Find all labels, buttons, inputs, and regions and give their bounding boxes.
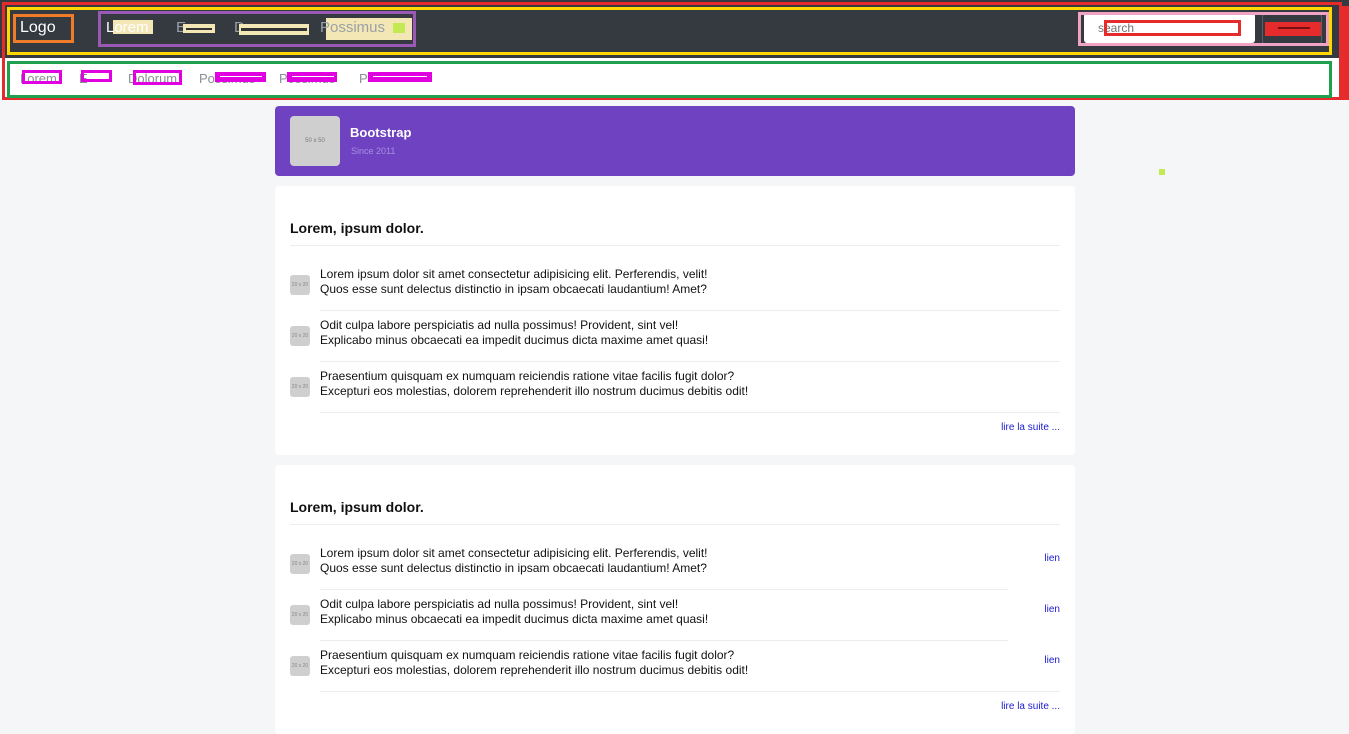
subnav-link-possimus-2[interactable]: Possimus <box>279 71 335 86</box>
secondary-navbar: Lorem E Dolorum Possimus Possimus P <box>0 58 1349 100</box>
read-more-link[interactable]: lire la suite ... <box>1001 422 1060 433</box>
item-line: Lorem ipsum dolor sit amet consectetur a… <box>320 546 708 560</box>
avatar: 20 x 20 <box>290 605 310 625</box>
item-line: Odit culpa labore perspiciatis ad nulla … <box>320 318 679 332</box>
dropdown-caret-icon[interactable] <box>393 23 405 33</box>
avatar: 20 x 20 <box>290 377 310 397</box>
search-button[interactable] <box>1262 14 1322 44</box>
item-line: Excepturi eos molestias, dolorem reprehe… <box>320 384 749 398</box>
brand-thumbnail: 50 x 50 <box>290 116 340 166</box>
article-card: Lorem, ipsum dolor. 20 x 20 Lorem ipsum … <box>275 465 1075 734</box>
list-item: 20 x 20 Lorem ipsum dolor sit amet conse… <box>290 260 1060 311</box>
item-text: Odit culpa labore perspiciatis ad nulla … <box>320 318 708 348</box>
item-text: Praesentium quisquam ex numquam reiciend… <box>320 369 748 399</box>
brand-title: Bootstrap <box>350 125 412 140</box>
subnav-link-e[interactable]: E <box>79 71 88 86</box>
card-title: Lorem, ipsum dolor. <box>290 499 424 515</box>
article-card: Lorem, ipsum dolor. 20 x 20 Lorem ipsum … <box>275 186 1075 455</box>
item-line: Lorem ipsum dolor sit amet consectetur a… <box>320 267 708 281</box>
item-line: Quos esse sunt delectus distinctio in ip… <box>320 282 707 296</box>
list-item: 20 x 20 Lorem ipsum dolor sit amet conse… <box>290 539 1060 590</box>
item-line: Explicabo minus obcaecati ea impedit duc… <box>320 612 709 626</box>
search-input[interactable] <box>1084 13 1255 43</box>
divider <box>290 524 1060 525</box>
brand-header: 50 x 50 Bootstrap Since 2011 <box>275 106 1075 176</box>
divider <box>290 245 1060 246</box>
item-link[interactable]: lien <box>1044 655 1060 666</box>
brand-subtitle: Since 2011 <box>351 146 396 156</box>
item-text: Praesentium quisquam ex numquam reiciend… <box>320 648 748 678</box>
item-link[interactable]: lien <box>1044 604 1060 615</box>
subnav-link-lorem[interactable]: Lorem <box>20 71 57 86</box>
redaction-line <box>186 28 212 30</box>
search-box[interactable] <box>1084 13 1255 43</box>
nav-link-possimus[interactable]: Possimus <box>320 19 385 36</box>
subnav-link-p[interactable]: P <box>359 71 368 86</box>
item-line: Explicabo minus obcaecati ea impedit duc… <box>320 333 709 347</box>
list-item: 20 x 20 Praesentium quisquam ex numquam … <box>290 641 1060 692</box>
item-line: Praesentium quisquam ex numquam reiciend… <box>320 648 735 662</box>
nav-link-lorem[interactable]: Lorem <box>106 19 149 36</box>
item-line: Excepturi eos molestias, dolorem reprehe… <box>320 663 749 677</box>
subnav-link-dolorum[interactable]: Dolorum <box>128 71 177 86</box>
avatar: 20 x 20 <box>290 656 310 676</box>
subnav-link-possimus[interactable]: Possimus <box>199 71 255 86</box>
list-item: 20 x 20 Odit culpa labore perspiciatis a… <box>290 590 1060 641</box>
list-item: 20 x 20 Odit culpa labore perspiciatis a… <box>290 311 1060 362</box>
divider <box>320 412 1060 413</box>
avatar: 20 x 20 <box>290 326 310 346</box>
item-line: Odit culpa labore perspiciatis ad nulla … <box>320 597 679 611</box>
item-link[interactable]: lien <box>1044 553 1060 564</box>
logo[interactable]: Logo <box>20 19 56 37</box>
card-title: Lorem, ipsum dolor. <box>290 220 424 236</box>
item-text: Lorem ipsum dolor sit amet consectetur a… <box>320 267 708 297</box>
marker-dot <box>1159 169 1165 175</box>
avatar: 20 x 20 <box>290 275 310 295</box>
divider <box>320 691 1060 692</box>
avatar: 20 x 20 <box>290 554 310 574</box>
top-navbar: Logo Lorem E D Possimus <box>0 0 1349 58</box>
item-text: Lorem ipsum dolor sit amet consectetur a… <box>320 546 708 576</box>
item-line: Praesentium quisquam ex numquam reiciend… <box>320 369 735 383</box>
list-item: 20 x 20 Praesentium quisquam ex numquam … <box>290 362 1060 413</box>
item-line: Quos esse sunt delectus distinctio in ip… <box>320 561 707 575</box>
redaction-line <box>241 28 307 31</box>
item-text: Odit culpa labore perspiciatis ad nulla … <box>320 597 708 627</box>
read-more-link[interactable]: lire la suite ... <box>1001 701 1060 712</box>
